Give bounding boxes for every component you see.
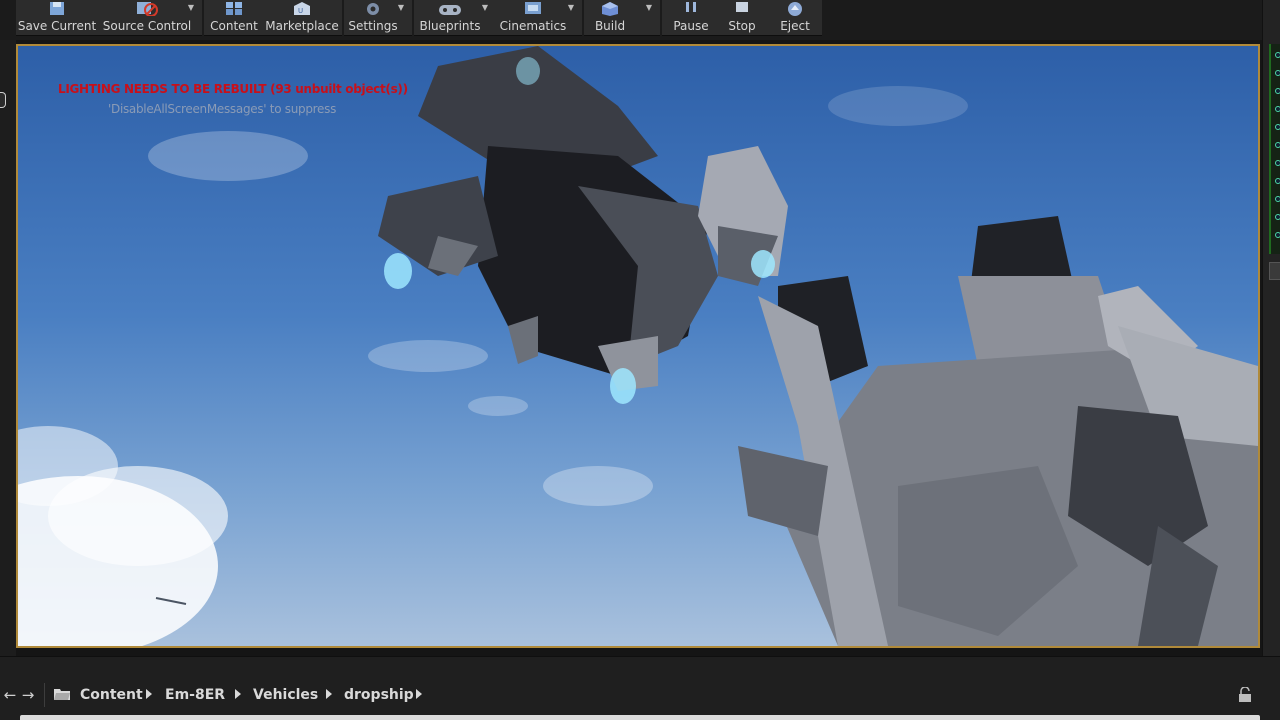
breadcrumb-item-content[interactable]: Content (80, 685, 143, 705)
lighting-warning: LIGHTING NEEDS TO BE REBUILT (93 unbuilt… (58, 82, 408, 96)
suppress-hint: 'DisableAllScreenMessages' to suppress (108, 102, 337, 116)
breadcrumb-arrow-icon[interactable] (235, 689, 241, 699)
folder-icon (54, 689, 70, 700)
toolbar-separator (342, 0, 344, 36)
blueprints-button[interactable]: Blueprints (418, 0, 482, 36)
mech-model (738, 216, 1258, 646)
marketplace-button[interactable]: U Marketplace (265, 0, 339, 36)
breadcrumb: ← → Content Em-8ER Vehicles dropship (0, 681, 1280, 709)
build-dropdown[interactable]: ▼ (644, 3, 654, 13)
stop-button[interactable]: Stop (720, 0, 764, 36)
lock-icon[interactable] (1238, 687, 1252, 703)
breadcrumb-arrow-icon[interactable] (146, 689, 152, 699)
toolbar-separator (202, 0, 204, 36)
content-browser-header: ← → Content Em-8ER Vehicles dropship (0, 656, 1280, 720)
svg-text:U: U (298, 7, 303, 15)
eye-icon[interactable] (1275, 232, 1280, 238)
eject-button[interactable]: Eject (772, 0, 818, 36)
eye-icon[interactable] (1275, 88, 1280, 94)
toolbar-separator (582, 0, 584, 36)
eye-icon[interactable] (1275, 106, 1280, 112)
toolbar-strip: Save Current Source Control ▼ Content U … (16, 0, 822, 36)
main-toolbar: Save Current Source Control ▼ Content U … (0, 0, 1280, 40)
forward-arrow-icon[interactable]: → (20, 685, 36, 705)
stop-icon (736, 2, 748, 12)
eye-icon[interactable] (1275, 70, 1280, 76)
content-icon (226, 2, 242, 15)
settings-button[interactable]: Settings (346, 0, 400, 36)
breadcrumb-separator (44, 683, 45, 707)
back-arrow-icon[interactable]: ← (2, 685, 18, 705)
breadcrumb-arrow-icon[interactable] (416, 689, 422, 699)
cinematics-icon (525, 2, 541, 14)
settings-icon (367, 3, 379, 15)
eye-icon[interactable] (1275, 214, 1280, 220)
left-panel-edge (0, 40, 16, 656)
toolbar-separator (412, 0, 414, 36)
cinematics-dropdown[interactable]: ▼ (566, 3, 576, 13)
source-control-dropdown[interactable]: ▼ (186, 3, 196, 13)
source-control-icon (137, 2, 158, 16)
left-panel-collapse-handle[interactable] (0, 92, 6, 108)
eye-icon[interactable] (1275, 124, 1280, 130)
breadcrumb-arrow-icon[interactable] (326, 689, 332, 699)
breadcrumb-item-dropship[interactable]: dropship (344, 685, 414, 705)
dropship-model (378, 46, 788, 391)
build-icon (602, 2, 618, 16)
blueprints-dropdown[interactable]: ▼ (480, 3, 490, 13)
details-search-box[interactable] (1269, 262, 1280, 280)
breadcrumb-item-vehicles[interactable]: Vehicles (253, 685, 318, 705)
eye-icon[interactable] (1275, 178, 1280, 184)
save-icon (50, 2, 64, 15)
save-current-button[interactable]: Save Current (18, 0, 96, 36)
blueprints-icon (439, 5, 461, 15)
eye-icon[interactable] (1275, 52, 1280, 58)
details-panel-edge (1262, 0, 1280, 656)
eye-icon[interactable] (1275, 160, 1280, 166)
scene-render (18, 46, 1258, 646)
asset-search-input[interactable] (20, 715, 1260, 720)
eye-icon[interactable] (1275, 142, 1280, 148)
breadcrumb-item-em-8er[interactable]: Em-8ER (165, 685, 225, 705)
settings-dropdown[interactable]: ▼ (396, 3, 406, 13)
build-button[interactable]: Build (588, 0, 632, 36)
pause-button[interactable]: Pause (668, 0, 714, 36)
eye-icon[interactable] (1275, 196, 1280, 202)
outliner-visibility-column (1269, 44, 1280, 254)
eject-icon (788, 2, 802, 16)
source-control-button[interactable]: Source Control (102, 0, 192, 36)
content-button[interactable]: Content (208, 0, 260, 36)
level-viewport[interactable]: LIGHTING NEEDS TO BE REBUILT (93 unbuilt… (16, 44, 1260, 648)
marketplace-icon: U (294, 2, 310, 15)
pause-icon (686, 2, 696, 12)
toolbar-separator (660, 0, 662, 36)
cinematics-button[interactable]: Cinematics (496, 0, 570, 36)
